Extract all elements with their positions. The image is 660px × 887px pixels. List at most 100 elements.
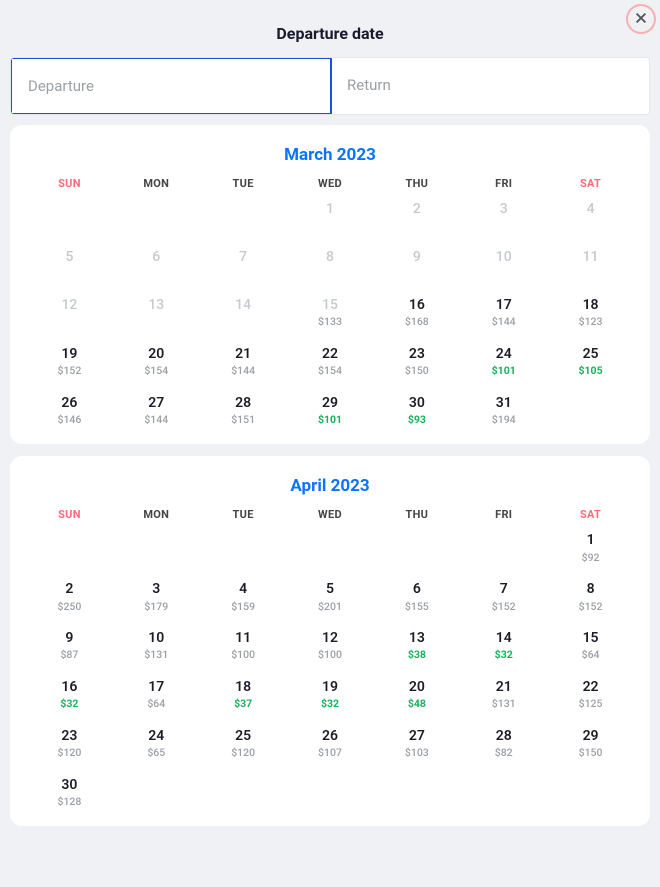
day-cell[interactable]: 29$150 <box>547 725 634 760</box>
day-price: $133 <box>287 315 374 329</box>
day-cell[interactable]: 8$152 <box>547 578 634 613</box>
day-price: $154 <box>287 364 374 378</box>
day-cell[interactable]: 25$120 <box>200 725 287 760</box>
day-number: 20 <box>373 678 460 696</box>
day-cell[interactable]: 30$128 <box>26 774 113 809</box>
day-price: $201 <box>287 600 374 614</box>
day-number: 31 <box>460 394 547 412</box>
day-number: 3 <box>113 580 200 598</box>
tab-departure[interactable]: Departure <box>10 57 332 115</box>
day-cell[interactable]: 15$64 <box>547 627 634 662</box>
day-cell[interactable]: 30$93 <box>373 392 460 427</box>
day-number: 19 <box>287 678 374 696</box>
empty-cell <box>113 198 200 232</box>
day-price: $194 <box>460 413 547 427</box>
day-cell[interactable]: 3$179 <box>113 578 200 613</box>
day-number: 26 <box>287 727 374 745</box>
day-number: 30 <box>26 776 113 794</box>
day-cell[interactable]: 29$101 <box>287 392 374 427</box>
day-cell[interactable]: 18$123 <box>547 294 634 329</box>
day-price: $168 <box>373 315 460 329</box>
day-number: 23 <box>26 727 113 745</box>
day-cell[interactable]: 14$32 <box>460 627 547 662</box>
day-price: $146 <box>26 413 113 427</box>
day-cell[interactable]: 19$32 <box>287 676 374 711</box>
day-cell[interactable]: 5$201 <box>287 578 374 613</box>
day-cell[interactable]: 31$194 <box>460 392 547 427</box>
day-cell[interactable]: 4$159 <box>200 578 287 613</box>
day-cell[interactable]: 12$100 <box>287 627 374 662</box>
day-cell[interactable]: 16$32 <box>26 676 113 711</box>
day-cell[interactable]: 21$131 <box>460 676 547 711</box>
day-price: $65 <box>113 746 200 760</box>
empty-cell <box>26 198 113 232</box>
day-price: $32 <box>26 697 113 711</box>
day-price: $105 <box>547 364 634 378</box>
day-price: $92 <box>547 551 634 565</box>
day-cell[interactable]: 18$37 <box>200 676 287 711</box>
day-price: $128 <box>26 795 113 809</box>
day-cell[interactable]: 24$101 <box>460 343 547 378</box>
day-number: 2 <box>373 200 460 218</box>
day-price: $87 <box>26 648 113 662</box>
day-number: 1 <box>547 531 634 549</box>
day-cell[interactable]: 25$105 <box>547 343 634 378</box>
day-number: 21 <box>200 345 287 363</box>
day-price: $155 <box>373 600 460 614</box>
day-cell[interactable]: 20$154 <box>113 343 200 378</box>
day-cell[interactable]: 11$100 <box>200 627 287 662</box>
day-cell[interactable]: 16$168 <box>373 294 460 329</box>
day-price: $38 <box>373 648 460 662</box>
day-number: 13 <box>373 629 460 647</box>
day-price: $82 <box>460 746 547 760</box>
tab-return[interactable]: Return <box>331 58 649 114</box>
day-cell[interactable]: 1$92 <box>547 529 634 564</box>
day-number: 18 <box>547 296 634 314</box>
day-price: $64 <box>547 648 634 662</box>
day-cell[interactable]: 27$103 <box>373 725 460 760</box>
day-number: 1 <box>287 200 374 218</box>
day-cell[interactable]: 9$87 <box>26 627 113 662</box>
day-cell: 10 <box>460 246 547 280</box>
day-cell[interactable]: 19$152 <box>26 343 113 378</box>
day-cell[interactable]: 28$151 <box>200 392 287 427</box>
day-price: $93 <box>373 413 460 427</box>
empty-cell <box>113 529 200 564</box>
day-cell[interactable]: 27$144 <box>113 392 200 427</box>
day-price: $144 <box>460 315 547 329</box>
day-cell: 5 <box>26 246 113 280</box>
day-cell[interactable]: 26$107 <box>287 725 374 760</box>
day-cell[interactable]: 22$125 <box>547 676 634 711</box>
day-price: $144 <box>200 364 287 378</box>
day-number: 14 <box>460 629 547 647</box>
day-cell: 3 <box>460 198 547 232</box>
day-cell[interactable]: 7$152 <box>460 578 547 613</box>
day-cell[interactable]: 23$150 <box>373 343 460 378</box>
day-price: $120 <box>26 746 113 760</box>
weekday-label: MON <box>113 177 200 190</box>
day-cell[interactable]: 6$155 <box>373 578 460 613</box>
day-cell[interactable]: 17$64 <box>113 676 200 711</box>
close-button[interactable] <box>626 4 656 34</box>
day-number: 8 <box>287 248 374 266</box>
day-cell[interactable]: 21$144 <box>200 343 287 378</box>
month-card: March 2023SUNMONTUEWEDTHUFRISAT123456789… <box>10 125 650 444</box>
day-cell[interactable]: 24$65 <box>113 725 200 760</box>
day-number: 10 <box>460 248 547 266</box>
day-cell[interactable]: 23$120 <box>26 725 113 760</box>
day-price: $123 <box>547 315 634 329</box>
day-price: $150 <box>373 364 460 378</box>
day-cell[interactable]: 22$154 <box>287 343 374 378</box>
day-cell[interactable]: 17$144 <box>460 294 547 329</box>
day-cell[interactable]: 2$250 <box>26 578 113 613</box>
day-cell[interactable]: 20$48 <box>373 676 460 711</box>
day-cell: 1 <box>287 198 374 232</box>
day-cell[interactable]: 10$131 <box>113 627 200 662</box>
day-price: $125 <box>547 697 634 711</box>
day-cell[interactable]: 13$38 <box>373 627 460 662</box>
day-cell[interactable]: 28$82 <box>460 725 547 760</box>
day-cell[interactable]: 26$146 <box>26 392 113 427</box>
empty-cell <box>460 529 547 564</box>
month-card: April 2023SUNMONTUEWEDTHUFRISAT1$922$250… <box>10 456 650 826</box>
day-number: 28 <box>460 727 547 745</box>
